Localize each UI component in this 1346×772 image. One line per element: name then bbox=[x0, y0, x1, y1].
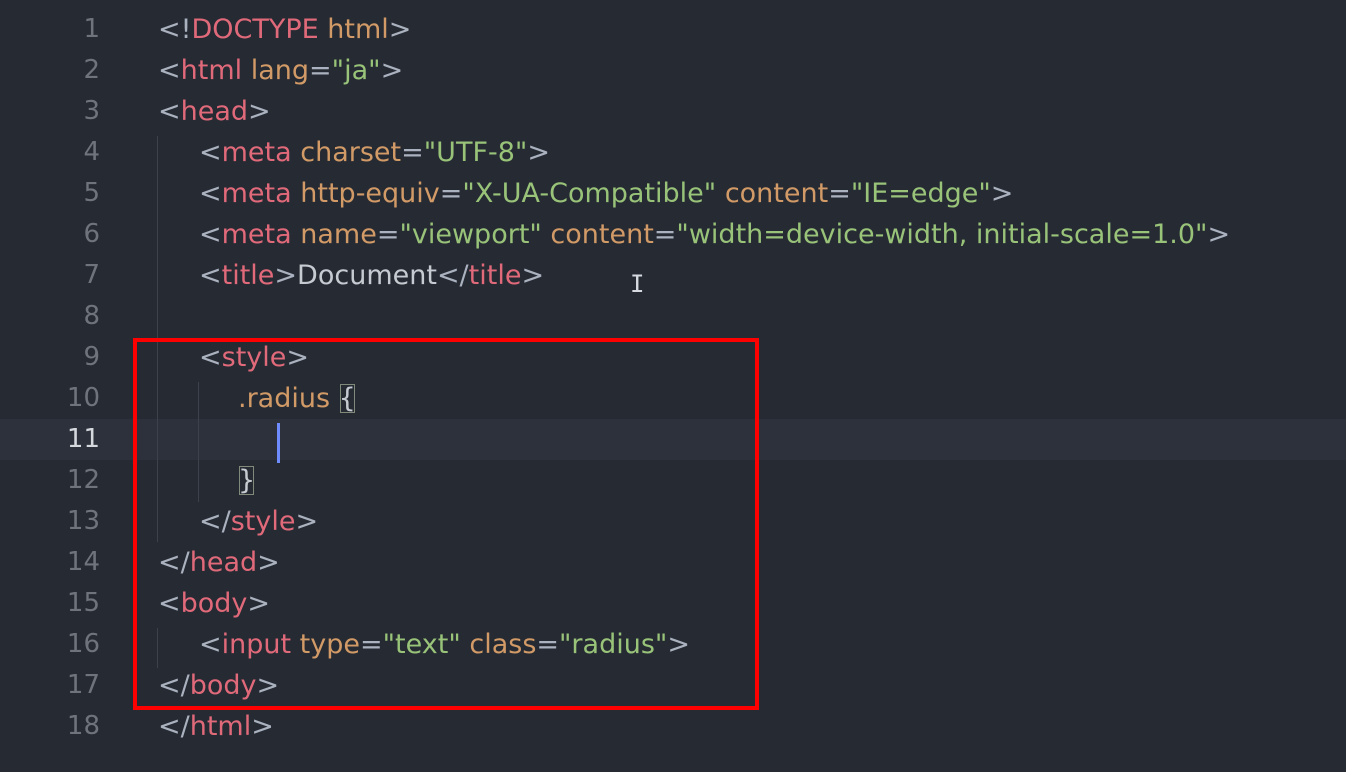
token-tx bbox=[292, 137, 301, 168]
code-text: <html lang="ja"> bbox=[158, 50, 403, 91]
line-number: 2 bbox=[83, 55, 100, 85]
line-number: 4 bbox=[83, 137, 100, 167]
token-t: meta bbox=[221, 219, 292, 250]
line-number: 1 bbox=[83, 14, 100, 44]
token-p: = bbox=[309, 55, 332, 86]
token-p: > bbox=[1207, 219, 1231, 250]
token-t: DOCTYPE bbox=[191, 14, 319, 45]
line-number: 3 bbox=[83, 96, 100, 126]
token-s: "ja" bbox=[331, 55, 381, 86]
code-line-5[interactable]: 5 <meta http-equiv="X-UA-Compatible" cont… bbox=[0, 173, 1346, 214]
token-a: content bbox=[550, 219, 654, 250]
token-t: title bbox=[221, 260, 275, 291]
token-s: "viewport" bbox=[399, 219, 542, 250]
line-number: 11 bbox=[66, 424, 100, 454]
token-p: < bbox=[199, 137, 222, 168]
token-s: "UTF-8" bbox=[423, 137, 528, 168]
remnant-glyph: ' bbox=[432, 0, 439, 6]
code-line-7[interactable]: 7 <title>Document</title> bbox=[0, 255, 1346, 296]
line-number: 8 bbox=[83, 301, 100, 331]
code-line-2[interactable]: 2 <html lang="ja"> bbox=[0, 50, 1346, 91]
token-p: > bbox=[521, 260, 545, 291]
token-p: > bbox=[388, 14, 412, 45]
token-p: = bbox=[401, 137, 424, 168]
token-a: content bbox=[724, 178, 829, 209]
token-p: < bbox=[199, 178, 222, 209]
token-p: = bbox=[828, 178, 851, 209]
token-t: head bbox=[180, 96, 249, 127]
token-p: < bbox=[199, 219, 222, 250]
token-tx bbox=[292, 219, 301, 250]
token-t: meta bbox=[221, 178, 292, 209]
line-number: 18 bbox=[66, 711, 100, 741]
token-a: http-equiv bbox=[300, 178, 440, 209]
line-number: 13 bbox=[66, 506, 100, 536]
remnant-glyph: ' bbox=[524, 0, 531, 6]
token-t: html bbox=[189, 711, 252, 742]
token-s: "IE=edge" bbox=[850, 178, 991, 209]
token-p: > bbox=[274, 260, 298, 291]
token-a: name bbox=[300, 219, 377, 250]
token-p: > bbox=[251, 711, 274, 742]
line-number: 14 bbox=[66, 547, 100, 577]
remnant-glyph: ' bbox=[666, 0, 673, 6]
remnant-glyph: ' bbox=[1065, 0, 1072, 6]
code-line-3[interactable]: 3 <head> bbox=[0, 91, 1346, 132]
token-a: html bbox=[327, 14, 389, 45]
token-tx: Document bbox=[297, 260, 437, 291]
token-tx bbox=[242, 55, 251, 86]
token-p: > bbox=[380, 55, 404, 86]
code-text: <meta name="viewport" content="width=dev… bbox=[199, 214, 1230, 255]
token-tx bbox=[319, 14, 328, 45]
token-a: lang bbox=[250, 55, 310, 86]
red-highlight-annotation bbox=[133, 338, 759, 710]
token-p: < bbox=[199, 260, 222, 291]
code-line-1[interactable]: 1 <!DOCTYPE html> bbox=[0, 9, 1346, 50]
remnant-glyph: ' bbox=[807, 0, 814, 6]
line-number: 6 bbox=[83, 219, 100, 249]
code-text: <meta charset="UTF-8"> bbox=[199, 132, 550, 173]
remnant-glyph: ' bbox=[285, 0, 292, 6]
token-p: </ bbox=[158, 711, 190, 742]
token-p: = bbox=[376, 219, 400, 250]
code-text: </html> bbox=[158, 706, 274, 747]
line-number: 7 bbox=[83, 260, 100, 290]
token-p: </ bbox=[436, 260, 469, 291]
token-p: < bbox=[158, 55, 181, 86]
code-editor[interactable]: '''''' 1<!DOCTYPE html>2<html lang="ja">… bbox=[0, 0, 1346, 772]
token-p: > bbox=[248, 96, 271, 127]
token-t: html bbox=[180, 55, 243, 86]
token-p: = bbox=[439, 178, 463, 209]
code-text: <head> bbox=[158, 91, 271, 132]
token-tx bbox=[716, 178, 725, 209]
code-text: <!DOCTYPE html> bbox=[158, 9, 411, 50]
line-number: 17 bbox=[66, 670, 100, 700]
token-a: charset bbox=[300, 137, 402, 168]
code-line-4[interactable]: 4 <meta charset="UTF-8"> bbox=[0, 132, 1346, 173]
token-p: > bbox=[527, 137, 550, 168]
token-s: "width=device-width, initial-scale=1.0" bbox=[676, 219, 1208, 250]
token-s: "X-UA-Compatible" bbox=[462, 178, 717, 209]
scrolled-off-line-remnant: ' ' ' ' ' ' bbox=[0, 0, 1346, 6]
line-number: 16 bbox=[66, 629, 100, 659]
code-line-6[interactable]: 6 <meta name="viewport" content="width=de… bbox=[0, 214, 1346, 255]
token-t: meta bbox=[221, 137, 292, 168]
token-t: title bbox=[468, 260, 522, 291]
token-p: = bbox=[653, 219, 677, 250]
line-number: 12 bbox=[66, 465, 100, 495]
token-tx bbox=[292, 178, 301, 209]
token-p: < bbox=[158, 96, 181, 127]
line-number: 10 bbox=[66, 383, 100, 413]
code-line-8[interactable]: 8 bbox=[0, 296, 1346, 337]
token-p: > bbox=[990, 178, 1014, 209]
code-text: <meta http-equiv="X-UA-Compatible" conte… bbox=[199, 173, 1013, 214]
mouse-ibeam-cursor-icon: I bbox=[630, 270, 645, 298]
code-line-18[interactable]: 18 </html> bbox=[0, 706, 1346, 747]
line-number: 9 bbox=[83, 342, 100, 372]
line-number: 5 bbox=[83, 178, 100, 208]
token-p: <! bbox=[158, 14, 192, 45]
code-text: <title>Document</title> bbox=[199, 255, 544, 296]
line-number: 15 bbox=[66, 588, 100, 618]
